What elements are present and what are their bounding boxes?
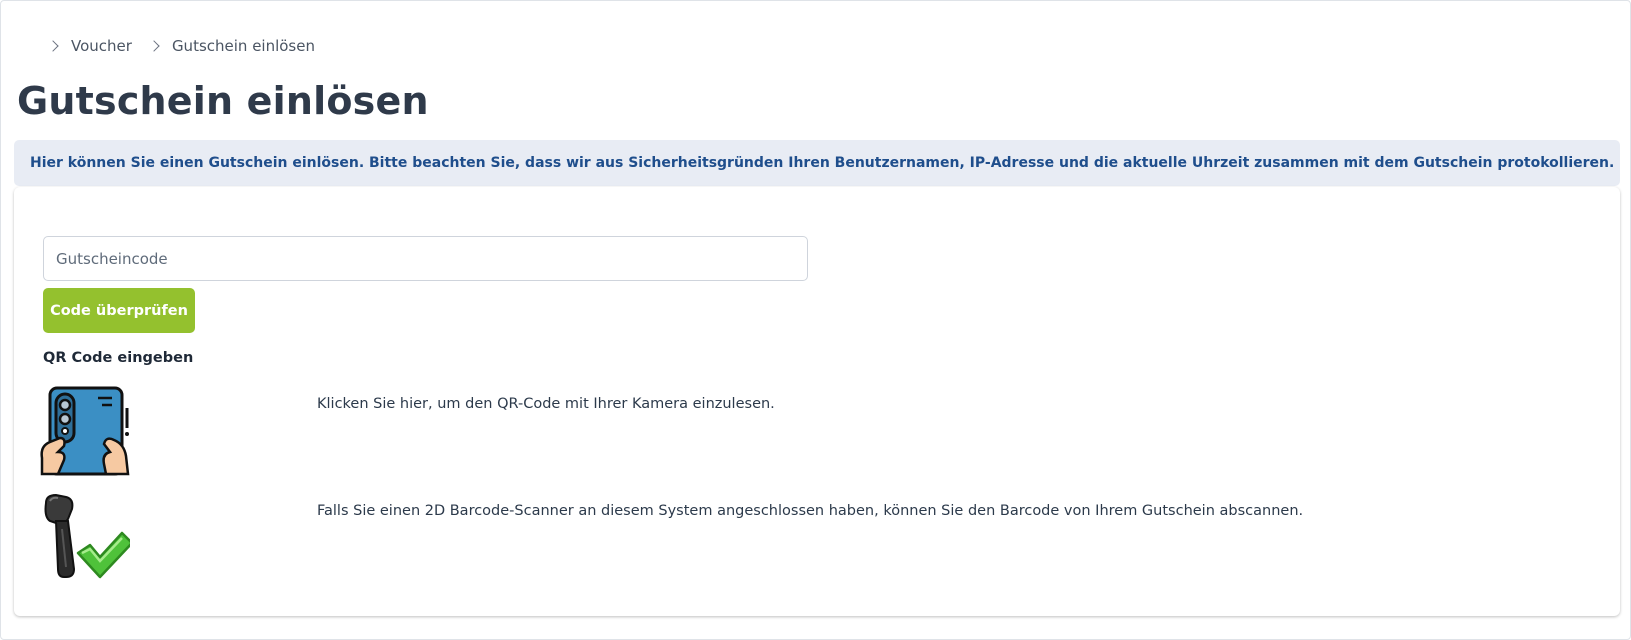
info-banner: Hier können Sie einen Gutschein einlösen… [14,140,1620,186]
voucher-code-input[interactable] [43,236,808,281]
breadcrumb-item-current: Gutschein einlösen [171,37,315,55]
qr-section-heading: QR Code eingeben [43,350,194,366]
info-banner-text: Hier können Sie einen Gutschein einlösen… [30,155,1615,171]
page-frame: Voucher Gutschein einlösen Gutschein ein… [0,0,1631,640]
camera-scan-text[interactable]: Klicken Sie hier, um den QR-Code mit Ihr… [317,396,775,412]
phone-camera-icon[interactable] [40,386,130,476]
barcode-scanner-text: Falls Sie einen 2D Barcode-Scanner an di… [317,503,1304,519]
check-code-button[interactable]: Code überprüfen [43,288,195,333]
camera-scan-option[interactable]: Klicken Sie hier, um den QR-Code mit Ihr… [40,386,1540,476]
chevron-right-icon [148,40,160,52]
chevron-right-icon [47,40,59,52]
breadcrumb: Voucher Gutschein einlösen [45,37,315,55]
barcode-scanner-check-icon [44,493,130,579]
voucher-card: Code überprüfen QR Code eingeben [14,187,1620,616]
barcode-scanner-option: Falls Sie einen 2D Barcode-Scanner an di… [40,493,1540,583]
page-title: Gutschein einlösen [17,79,429,123]
breadcrumb-item-voucher[interactable]: Voucher [71,37,132,55]
